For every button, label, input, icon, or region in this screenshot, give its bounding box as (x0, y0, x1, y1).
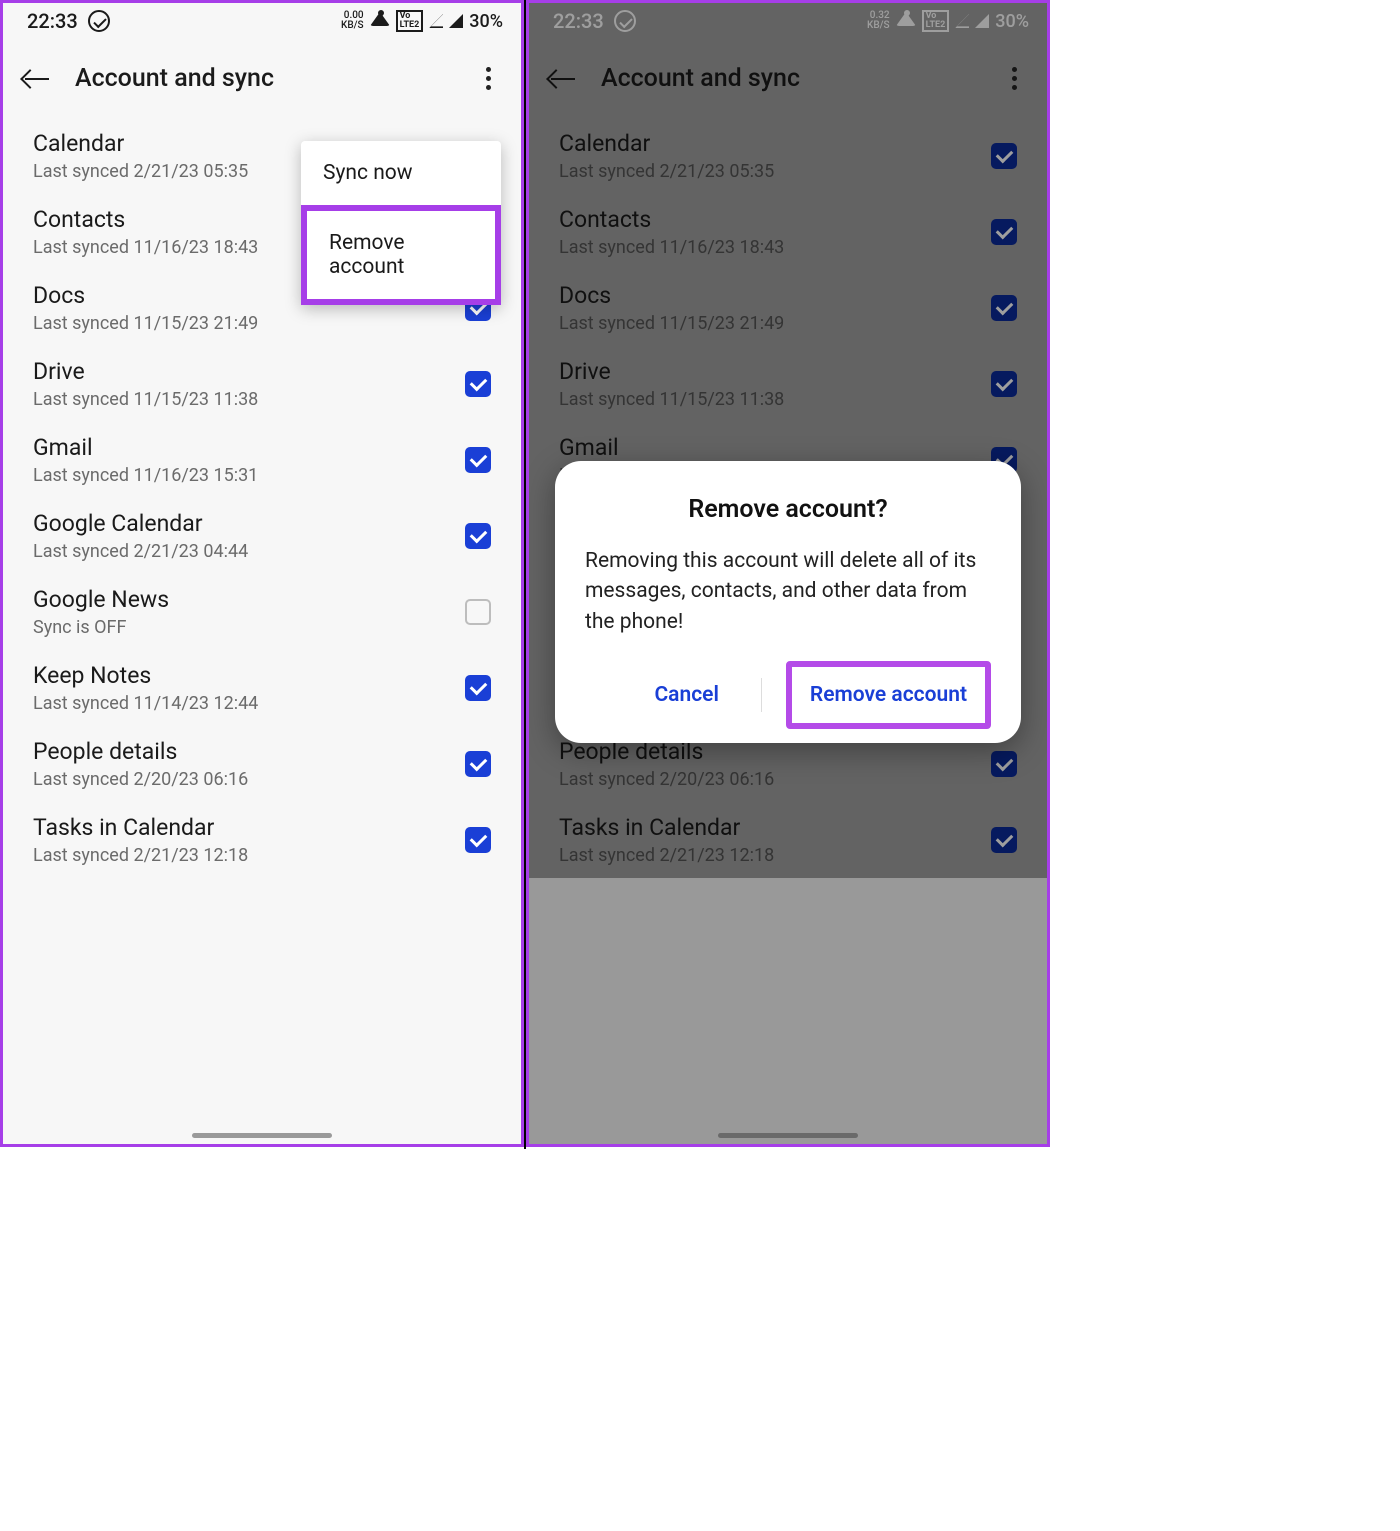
remove-account-dialog: Remove account? Removing this account wi… (555, 461, 1021, 743)
dialog-title: Remove account? (585, 495, 991, 524)
phone-right: 22:33 0.32KB/S VoLTE2 30% Account and sy… (526, 0, 1050, 1147)
status-bar: 22:33 0.00KB/S VoLTE2 30% (3, 3, 521, 35)
menu-sync-now[interactable]: Sync now (301, 141, 501, 205)
sync-item-sub: Last synced 2/21/23 12:18 (33, 845, 248, 866)
dialog-divider (761, 678, 762, 712)
overflow-menu: Sync now Remove account (301, 141, 501, 305)
sync-item-sub: Last synced 2/21/23 04:44 (33, 541, 248, 562)
sync-item[interactable]: Drive Last synced 11/15/23 11:38 (3, 346, 521, 422)
menu-remove-account[interactable]: Remove account (301, 205, 501, 305)
sync-item[interactable]: Google News Sync is OFF (3, 574, 521, 650)
sync-checkbox[interactable] (465, 751, 491, 777)
sync-item-name: Contacts (33, 206, 258, 233)
battery-text: 30% (469, 11, 503, 32)
overflow-menu-icon[interactable] (476, 61, 501, 96)
phone-left: 22:33 0.00KB/S VoLTE2 30% Account and sy… (0, 0, 524, 1147)
net-speed: 0.00KB/S (341, 11, 364, 31)
sync-item[interactable]: Gmail Last synced 11/16/23 15:31 (3, 422, 521, 498)
sync-item-name: Google Calendar (33, 510, 248, 537)
remove-account-button[interactable]: Remove account (786, 661, 991, 729)
sync-item-name: Keep Notes (33, 662, 258, 689)
sync-checkbox[interactable] (465, 827, 491, 853)
sync-checkbox[interactable] (465, 523, 491, 549)
sync-checkbox[interactable] (465, 675, 491, 701)
back-icon[interactable] (23, 69, 53, 89)
sync-item-name: People details (33, 738, 248, 765)
sync-item[interactable]: Tasks in Calendar Last synced 2/21/23 12:… (3, 802, 521, 878)
sync-item-sub: Last synced 11/16/23 18:43 (33, 237, 258, 258)
wifi-icon (370, 12, 390, 26)
task-icon (88, 10, 110, 32)
app-bar: Account and sync (3, 35, 521, 112)
sync-checkbox[interactable] (465, 371, 491, 397)
sync-item-sub: Sync is OFF (33, 617, 169, 638)
sync-checkbox[interactable] (465, 447, 491, 473)
lte-icon: VoLTE2 (396, 10, 424, 32)
sync-item-sub: Last synced 11/15/23 11:38 (33, 389, 258, 410)
status-time: 22:33 (27, 9, 78, 33)
sync-item-name: Google News (33, 586, 169, 613)
signal-1-icon (429, 14, 443, 28)
sync-item-sub: Last synced 11/14/23 12:44 (33, 693, 258, 714)
sync-item-name: Tasks in Calendar (33, 814, 248, 841)
sync-item-sub: Last synced 11/16/23 15:31 (33, 465, 258, 486)
sync-item[interactable]: People details Last synced 2/20/23 06:16 (3, 726, 521, 802)
sync-item-name: Gmail (33, 434, 258, 461)
sync-checkbox[interactable] (465, 599, 491, 625)
sync-item-name: Docs (33, 282, 258, 309)
sync-item[interactable]: Keep Notes Last synced 11/14/23 12:44 (3, 650, 521, 726)
cancel-button[interactable]: Cancel (636, 667, 736, 723)
sync-item-name: Drive (33, 358, 258, 385)
sync-item-sub: Last synced 11/15/23 21:49 (33, 313, 258, 334)
home-indicator[interactable] (192, 1133, 332, 1138)
dialog-body: Removing this account will delete all of… (585, 546, 991, 637)
sync-item[interactable]: Google Calendar Last synced 2/21/23 04:44 (3, 498, 521, 574)
sync-item-sub: Last synced 2/21/23 05:35 (33, 161, 248, 182)
home-indicator[interactable] (718, 1133, 858, 1138)
page-title: Account and sync (75, 64, 454, 93)
signal-2-icon (449, 14, 463, 28)
sync-item-name: Calendar (33, 130, 248, 157)
sync-item-sub: Last synced 2/20/23 06:16 (33, 769, 248, 790)
